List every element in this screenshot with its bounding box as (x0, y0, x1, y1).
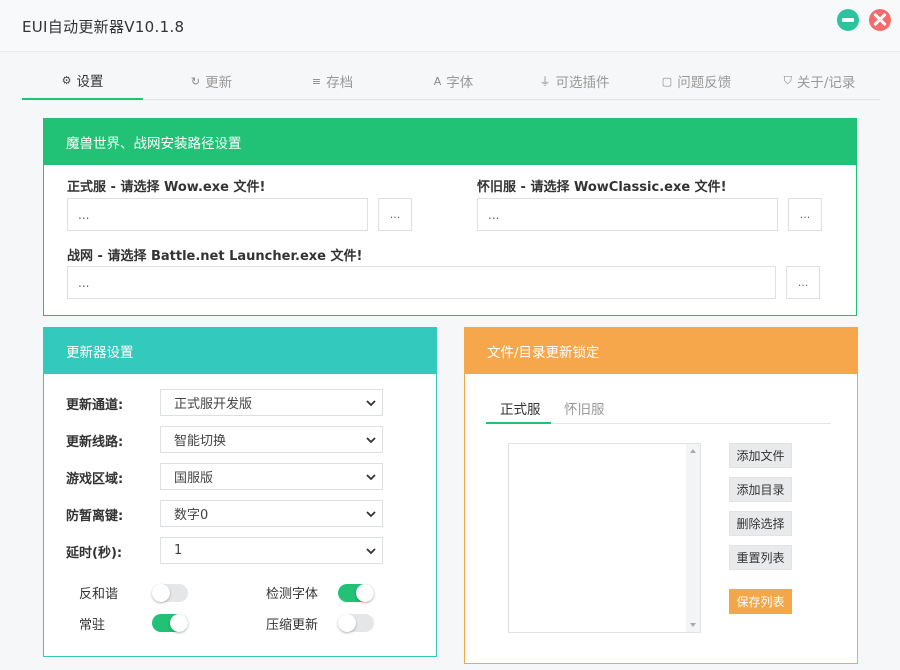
lock-tab-retail[interactable]: 正式服 (500, 398, 541, 424)
locked-file-list[interactable] (508, 443, 701, 633)
tab-archive[interactable]: ≡ 存档 (272, 62, 393, 100)
bnet-path-label: 战网 - 请选择 Battle.net Launcher.exe 文件! (67, 249, 363, 264)
add-file-button[interactable]: 添加文件 (729, 443, 792, 468)
chevron-down-icon (366, 474, 376, 481)
resident-toggle[interactable] (152, 614, 188, 632)
route-select[interactable]: 智能切换 (160, 426, 383, 453)
detect-font-label: 检测字体 (266, 587, 319, 602)
afk-key-label: 防暂离键: (66, 509, 124, 524)
compress-update-label: 压缩更新 (266, 618, 319, 633)
chevron-down-icon (366, 511, 376, 518)
retail-browse-button[interactable]: ... (378, 198, 412, 231)
region-select[interactable]: 国服版 (160, 463, 383, 490)
gear-icon: ⚙ (61, 73, 72, 87)
region-value: 国服版 (174, 471, 214, 486)
chevron-down-icon (366, 400, 376, 407)
add-directory-button[interactable]: 添加目录 (729, 477, 792, 502)
classic-browse-button[interactable]: ... (788, 198, 822, 231)
bnet-browse-button[interactable]: ... (786, 266, 820, 299)
detect-font-toggle[interactable] (338, 584, 374, 602)
tab-label: 可选插件 (555, 75, 610, 91)
font-icon: A (433, 74, 442, 88)
list-scrollbar[interactable] (686, 444, 700, 632)
tab-label: 关于/记录 (796, 75, 856, 91)
compress-update-toggle[interactable] (338, 614, 374, 632)
install-path-title: 魔兽世界、战网安装路径设置 (44, 119, 856, 165)
close-button[interactable] (869, 9, 891, 31)
refresh-icon: ↻ (190, 74, 201, 88)
delay-label: 延时(秒): (66, 546, 123, 561)
tab-label: 更新 (205, 75, 233, 91)
subtab-indicator (486, 422, 551, 424)
tab-about[interactable]: ⛉ 关于/记录 (759, 62, 880, 100)
chevron-down-icon (366, 437, 376, 444)
tab-label: 设置 (76, 74, 104, 90)
tab-update[interactable]: ↻ 更新 (151, 62, 272, 100)
scroll-up-icon[interactable] (690, 449, 696, 453)
region-label: 游戏区域: (66, 472, 124, 487)
tab-plugins[interactable]: ⏚ 可选插件 (514, 62, 635, 100)
delay-value: 1 (174, 543, 183, 558)
delete-selected-button[interactable]: 删除选择 (729, 511, 792, 536)
lock-tab-classic[interactable]: 怀旧服 (564, 398, 605, 424)
classic-path-label: 怀旧服 - 请选择 WowClassic.exe 文件! (477, 180, 727, 195)
retail-path-label: 正式服 - 请选择 Wow.exe 文件! (67, 180, 266, 195)
minimize-button[interactable] (837, 9, 859, 31)
channel-value: 正式服开发版 (174, 397, 253, 412)
tab-label: 问题反馈 (677, 75, 732, 91)
channel-label: 更新通道: (66, 398, 124, 413)
delay-select[interactable]: 1 (160, 537, 383, 564)
anti-harmony-label: 反和谐 (79, 587, 119, 602)
tab-label: 存档 (326, 75, 354, 91)
resident-label: 常驻 (79, 618, 106, 633)
afk-key-value: 数字0 (174, 508, 209, 523)
route-value: 智能切换 (174, 434, 227, 449)
scroll-down-icon[interactable] (690, 623, 696, 627)
afk-key-select[interactable]: 数字0 (160, 500, 383, 527)
save-list-button[interactable]: 保存列表 (729, 589, 792, 614)
shield-icon: ⛉ (783, 74, 792, 87)
updater-settings-title: 更新器设置 (44, 328, 436, 374)
title-bar: EUI自动更新器V10.1.8 (0, 0, 900, 52)
reset-list-button[interactable]: 重置列表 (729, 545, 792, 570)
tab-font[interactable]: A 字体 (393, 62, 514, 100)
tab-feedback[interactable]: ▢ 问题反馈 (636, 62, 757, 100)
route-label: 更新线路: (66, 435, 124, 450)
app-title: EUI自动更新器V10.1.8 (22, 18, 185, 36)
classic-path-input[interactable] (477, 198, 778, 231)
tab-label: 字体 (446, 75, 474, 91)
file-lock-title: 文件/目录更新锁定 (465, 328, 857, 374)
plug-icon: ⏚ (539, 75, 551, 88)
comment-icon: ▢ (661, 74, 673, 88)
updater-settings-panel: 更新器设置 更新通道: 正式服开发版 更新线路: 智能切换 游戏区域: 国服版 … (43, 327, 437, 657)
channel-select[interactable]: 正式服开发版 (160, 389, 383, 416)
retail-path-input[interactable] (67, 198, 368, 231)
anti-harmony-toggle[interactable] (152, 584, 188, 602)
tab-settings[interactable]: ⚙ 设置 (22, 62, 143, 100)
bnet-path-input[interactable] (67, 266, 776, 299)
database-icon: ≡ (311, 74, 322, 88)
chevron-down-icon (366, 548, 376, 555)
main-tabs: ⚙ 设置 ↻ 更新 ≡ 存档 A 字体 ⏚ 可选插件 ▢ 问题反馈 ⛉ 关于/记录 (22, 62, 880, 100)
